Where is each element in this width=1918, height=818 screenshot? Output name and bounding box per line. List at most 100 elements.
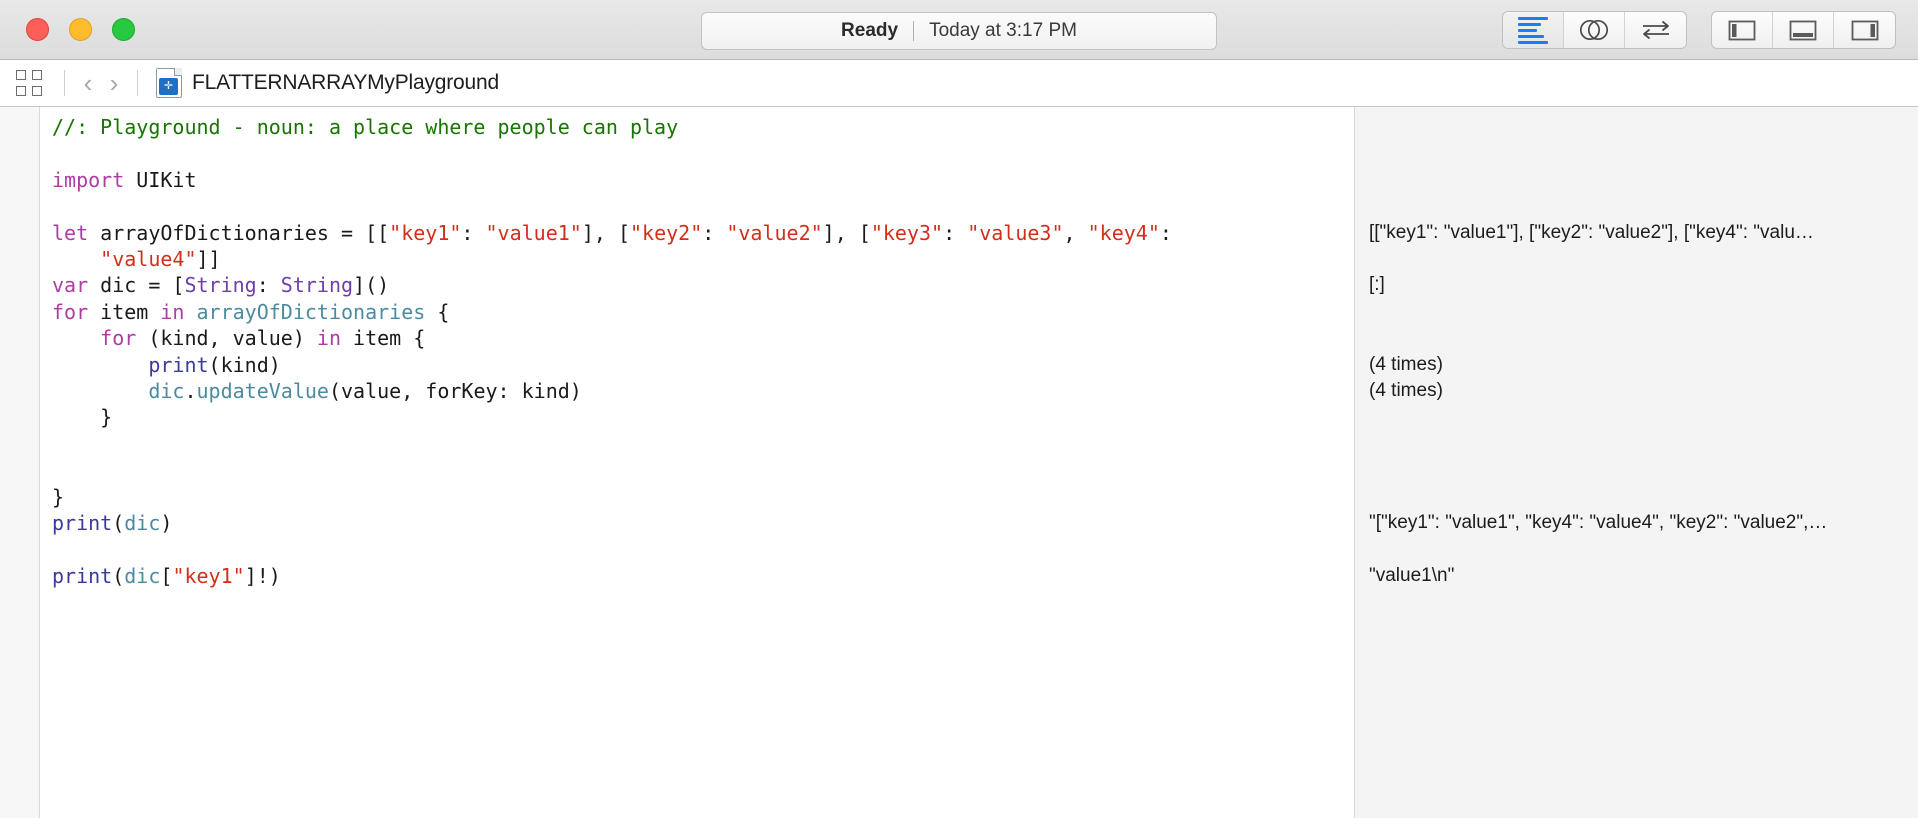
result-blank: [1355, 193, 1918, 219]
code-token: var: [52, 273, 89, 298]
jumpbar-divider-1: [64, 70, 65, 96]
result-blank: [1355, 167, 1918, 193]
right-panel-icon: [1851, 20, 1878, 40]
window-titlebar: Ready Today at 3:17 PM: [0, 0, 1918, 60]
result-blank: [1355, 431, 1918, 457]
result-line[interactable]: [["key1": "value1"], ["key2": "value2"],…: [1355, 220, 1918, 246]
swap-arrows-icon: [1642, 21, 1669, 39]
code-line: for item in arrayOfDictionaries {: [52, 299, 1354, 325]
result-blank: [1355, 404, 1918, 430]
code-line: }: [52, 404, 1354, 430]
result-blank: [1355, 114, 1918, 140]
editor-mode-segmented-control: [1502, 11, 1687, 49]
back-chevron-icon[interactable]: ‹: [75, 68, 101, 98]
toggle-utilities-button[interactable]: [1834, 12, 1895, 48]
results-sidebar[interactable]: [["key1": "value1"], ["key2": "value2"],…: [1355, 107, 1918, 818]
code-token: //: Playground - noun: a place where peo…: [52, 115, 679, 139]
code-token: ]]: [196, 247, 221, 272]
code-token: "value4": [100, 247, 197, 272]
maximize-window-button[interactable]: [112, 18, 135, 41]
code-token: ], [: [822, 220, 871, 245]
file-icon-fold: [174, 68, 182, 76]
code-token: :: [702, 220, 727, 245]
result-line[interactable]: "value1\n": [1355, 563, 1918, 589]
code-token: String: [184, 273, 257, 298]
result-blank: [1355, 299, 1918, 325]
source-code[interactable]: //: Playground - noun: a place where peo…: [40, 114, 1354, 589]
toggle-navigator-button[interactable]: [1712, 12, 1773, 48]
code-token: "key4": [1087, 220, 1160, 245]
lines-icon: [1518, 16, 1548, 44]
code-token: "key2": [630, 220, 703, 245]
minimize-window-button[interactable]: [69, 18, 92, 41]
left-panel-icon: [1728, 20, 1756, 40]
code-token: "value3": [967, 220, 1064, 245]
code-token: import: [52, 167, 125, 192]
editor-gutter: [0, 107, 40, 818]
code-token: arrayOfDictionaries = [[: [88, 220, 390, 245]
result-line[interactable]: (4 times): [1355, 352, 1918, 378]
close-window-button[interactable]: [26, 18, 49, 41]
result-blank: [1355, 483, 1918, 509]
code-token: item {: [341, 326, 426, 351]
result-blank: [1355, 325, 1918, 351]
code-token: in: [316, 326, 342, 351]
breadcrumb[interactable]: FLATTERNARRAYMyPlayground: [192, 71, 499, 95]
result-blank: [1355, 246, 1918, 272]
code-token: dic: [124, 563, 161, 588]
editor-split-view: //: Playground - noun: a place where peo…: [0, 107, 1918, 818]
version-editor-button[interactable]: [1625, 12, 1686, 48]
code-token: [: [160, 563, 173, 588]
status-state: Ready: [841, 20, 899, 41]
jumpbar-divider-2: [137, 70, 138, 96]
code-token: UIKit: [124, 167, 197, 192]
result-line[interactable]: "["key1": "value1", "key4": "value4", "k…: [1355, 510, 1918, 536]
code-token: "key1": [389, 220, 462, 245]
result-blank: [1355, 140, 1918, 166]
code-line: dic.updateValue(value, forKey: kind): [52, 378, 1354, 404]
assistant-editor-button[interactable]: [1564, 12, 1625, 48]
code-token: ], [: [581, 220, 630, 245]
code-token: (: [112, 511, 125, 536]
source-editor[interactable]: //: Playground - noun: a place where peo…: [40, 107, 1354, 818]
code-token: :: [943, 220, 968, 245]
code-token: }: [52, 484, 65, 509]
toolbar-right: [1502, 11, 1896, 49]
code-token: }: [52, 405, 113, 430]
code-token: ](): [353, 273, 390, 298]
code-token: "value2": [726, 220, 823, 245]
standard-editor-button[interactable]: [1503, 12, 1564, 48]
code-token: "key3": [870, 220, 944, 245]
status-bar[interactable]: Ready Today at 3:17 PM: [701, 12, 1217, 50]
code-line: var dic = [String: String](): [52, 272, 1354, 298]
code-token: in: [160, 299, 185, 324]
forward-chevron-icon[interactable]: ›: [101, 68, 127, 98]
result-blank: [1355, 457, 1918, 483]
code-token: (kind): [208, 352, 281, 377]
file-icon-badge: ✛: [159, 78, 178, 95]
code-token: String: [280, 273, 354, 298]
code-token: (value, forKey: kind): [328, 379, 582, 404]
four-squares-icon[interactable]: [16, 70, 42, 96]
code-token: print: [52, 511, 113, 536]
code-token: (kind, value): [136, 326, 317, 351]
code-line: }: [52, 484, 1354, 510]
code-token: ]!): [244, 563, 281, 588]
code-token: :: [461, 220, 486, 245]
jump-bar: ‹ › ✛ FLATTERNARRAYMyPlayground: [0, 60, 1918, 107]
traffic-lights: [0, 18, 135, 41]
code-token: "key1": [172, 563, 245, 588]
panel-toggle-segmented-control: [1711, 11, 1896, 49]
result-line[interactable]: (4 times): [1355, 378, 1918, 404]
code-token: let: [52, 220, 89, 245]
result-line[interactable]: [:]: [1355, 272, 1918, 298]
code-line: //: Playground - noun: a place where peo…: [52, 114, 1354, 140]
playground-file-icon: ✛: [156, 68, 182, 98]
toggle-debug-area-button[interactable]: [1773, 12, 1834, 48]
code-line: print(dic["key1"]!): [52, 563, 1354, 589]
